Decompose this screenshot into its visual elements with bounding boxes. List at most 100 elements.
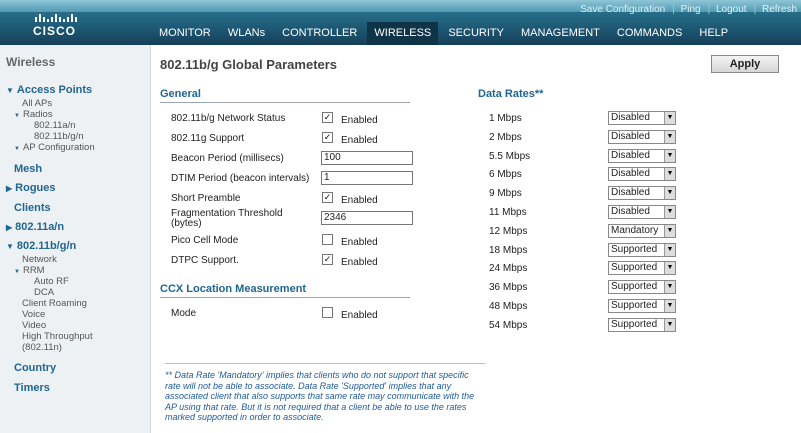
data-rate-label: 54 Mbps (489, 319, 528, 331)
main-content: 802.11b/g Global Parameters Apply Genera… (151, 45, 801, 433)
nav-wlans[interactable]: WLANs (221, 22, 272, 45)
sidebar-item-80211bgn[interactable]: ▼ 802.11b/g/n (6, 240, 76, 252)
data-rate-select[interactable]: Supported ▼ (608, 242, 676, 257)
sidebar-item-dca[interactable]: DCA (34, 287, 54, 298)
sidebar-item-rrm[interactable]: ▼ RRM (14, 265, 45, 276)
short-preamble-label: Short Preamble (171, 193, 241, 204)
ccx-mode-text: Enabled (341, 310, 378, 321)
data-rate-select-value: Supported (611, 262, 658, 274)
dropdown-arrow-icon[interactable]: ▼ (664, 149, 675, 162)
sidebar-item-auto-rf[interactable]: Auto RF (34, 276, 69, 287)
data-rate-select-value: Disabled (611, 187, 650, 199)
dropdown-arrow-icon[interactable]: ▼ (664, 206, 675, 218)
sidebar-item-video[interactable]: Video (22, 320, 46, 331)
expanded-triangle-icon: ▼ (14, 146, 20, 152)
data-rate-select-value: Disabled (611, 149, 650, 161)
dtim-period-input[interactable]: 1 (321, 171, 413, 185)
ccx-mode-checkbox[interactable] (322, 307, 333, 318)
data-rate-select[interactable]: Disabled ▼ (608, 148, 676, 163)
nav-controller[interactable]: CONTROLLER (275, 22, 364, 45)
data-rate-select-value: Supported (611, 281, 658, 293)
refresh-link[interactable]: Refresh (762, 4, 797, 15)
nav-management[interactable]: MANAGEMENT (514, 22, 607, 45)
sidebar-item-all-aps[interactable]: All APs (22, 98, 52, 109)
sidebar-item-network[interactable]: Network (22, 254, 57, 265)
data-rate-select[interactable]: Disabled ▼ (608, 129, 676, 144)
g-support-label: 802.11g Support (171, 133, 245, 144)
dropdown-arrow-icon[interactable]: ▼ (664, 243, 675, 256)
ccx-heading: CCX Location Measurement (160, 283, 410, 298)
logo-text: CISCO (33, 24, 77, 38)
data-rate-label: 1 Mbps (489, 113, 522, 124)
data-rate-select[interactable]: Mandatory ▼ (608, 223, 676, 238)
nav-monitor[interactable]: MONITOR (152, 22, 218, 45)
top-banner: CISCO Save Configuration | Ping | Logout | … (0, 0, 801, 45)
sidebar-item-radio-bg[interactable]: 802.11b/g/n (34, 131, 83, 142)
data-rate-label: 5.5 Mbps (489, 150, 531, 162)
sidebar-item-mesh[interactable]: Mesh (14, 163, 42, 175)
expanded-triangle-icon: ▼ (14, 269, 20, 275)
ping-link[interactable]: Ping (681, 4, 701, 15)
data-rate-select[interactable]: Disabled ▼ (608, 167, 676, 182)
nav-help[interactable]: HELP (692, 22, 735, 45)
sidebar-item-rogues[interactable]: ▶ Rogues (6, 182, 56, 194)
dropdown-arrow-icon[interactable]: ▼ (664, 318, 675, 331)
sidebar-item-80211an[interactable]: ▶ 802.11a/n (6, 221, 64, 233)
dropdown-arrow-icon[interactable]: ▼ (664, 262, 675, 275)
data-rate-select-value: Supported (611, 318, 658, 330)
nav-commands[interactable]: COMMANDS (610, 22, 689, 45)
data-rate-select[interactable]: Supported ▼ (608, 280, 676, 295)
network-status-checkbox[interactable]: ✓ (322, 112, 333, 123)
data-rate-select[interactable]: Disabled ▼ (608, 205, 676, 219)
nav-security[interactable]: SECURITY (441, 22, 511, 45)
dtpc-checkbox[interactable]: ✓ (322, 254, 333, 265)
collapsed-triangle-icon: ▶ (6, 223, 13, 232)
dropdown-arrow-icon[interactable]: ▼ (664, 300, 675, 312)
dropdown-arrow-icon[interactable]: ▼ (664, 130, 675, 143)
data-rate-select[interactable]: Supported ▼ (608, 261, 676, 276)
beacon-period-input[interactable]: 100 (321, 151, 413, 165)
pico-cell-label: Pico Cell Mode (171, 235, 239, 246)
data-rate-select[interactable]: Disabled ▼ (608, 111, 676, 125)
fragmentation-input[interactable]: 2346 (321, 211, 413, 225)
collapsed-triangle-icon: ▶ (6, 184, 13, 193)
data-rates-heading: Data Rates** (478, 88, 544, 100)
sidebar-item-access-points[interactable]: ▼ Access Points (6, 84, 92, 96)
g-support-checkbox[interactable]: ✓ (322, 132, 333, 143)
sidebar-item-high-throughput[interactable]: High Throughput (22, 331, 93, 342)
data-rate-select-value: Disabled (611, 112, 650, 123)
sidebar-item-country[interactable]: Country (14, 362, 56, 374)
sidebar-item-client-roaming[interactable]: Client Roaming (22, 298, 87, 309)
main-nav: MONITOR WLANs CONTROLLER WIRELESS SECURI… (152, 22, 735, 45)
dropdown-arrow-icon[interactable]: ▼ (664, 112, 675, 124)
sidebar-item-timers[interactable]: Timers (14, 382, 50, 394)
data-rate-select-value: Disabled (611, 130, 650, 142)
data-rate-label: 48 Mbps (489, 301, 528, 312)
data-rate-label: 6 Mbps (489, 169, 522, 181)
sidebar-item-radios[interactable]: ▼ Radios (14, 109, 53, 120)
dtim-period-label: DTIM Period (beacon intervals) (171, 173, 310, 184)
short-preamble-checkbox[interactable]: ✓ (322, 192, 333, 203)
sidebar-item-voice[interactable]: Voice (22, 309, 45, 320)
network-status-text: Enabled (341, 115, 378, 126)
data-rate-label: 11 Mbps (489, 207, 527, 218)
sidebar-item-clients[interactable]: Clients (14, 202, 51, 214)
dtpc-text: Enabled (341, 257, 378, 268)
data-rate-select[interactable]: Supported ▼ (608, 299, 676, 313)
dropdown-arrow-icon[interactable]: ▼ (664, 281, 675, 294)
apply-button[interactable]: Apply (711, 55, 779, 73)
data-rate-select[interactable]: Supported ▼ (608, 317, 676, 332)
nav-wireless[interactable]: WIRELESS (367, 22, 439, 45)
logout-link[interactable]: Logout (716, 4, 747, 15)
sidebar-item-high-throughput-sub[interactable]: (802.11n) (22, 342, 62, 353)
dropdown-arrow-icon[interactable]: ▼ (664, 168, 675, 181)
fragmentation-unit-label: (bytes) (171, 218, 202, 229)
pico-cell-checkbox[interactable] (322, 234, 333, 245)
dropdown-arrow-icon[interactable]: ▼ (664, 187, 675, 200)
data-rate-select[interactable]: Disabled ▼ (608, 186, 676, 201)
sidebar-item-ap-configuration[interactable]: ▼ AP Configuration (14, 142, 95, 153)
save-configuration-link[interactable]: Save Configuration (580, 4, 665, 15)
sidebar-item-radio-a[interactable]: 802.11a/n (34, 120, 76, 131)
dropdown-arrow-icon[interactable]: ▼ (664, 224, 675, 237)
data-rate-label: 36 Mbps (489, 282, 528, 294)
